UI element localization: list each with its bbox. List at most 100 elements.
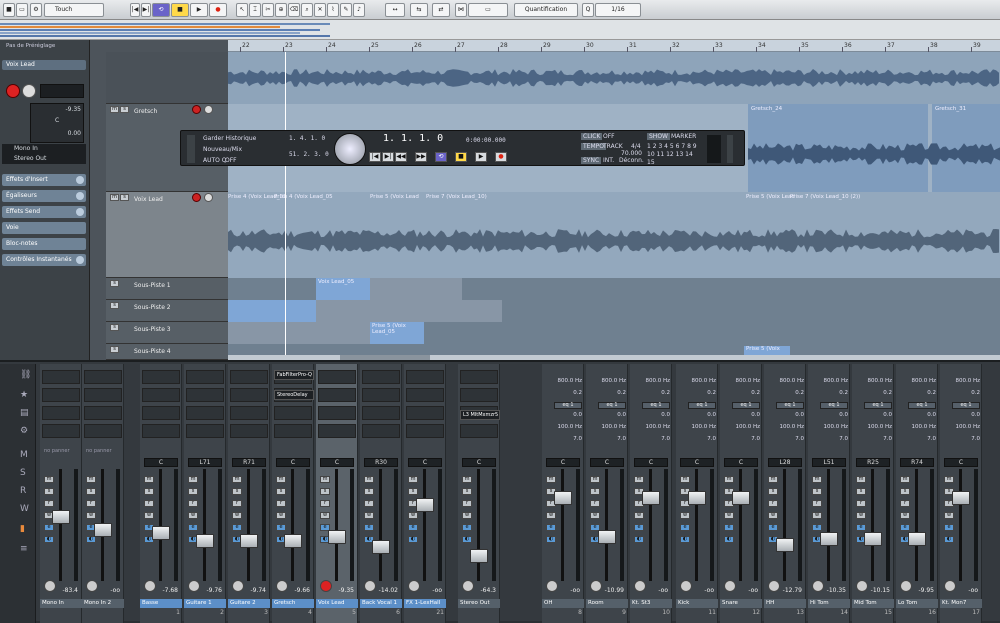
bypass-icon[interactable]: ▮ <box>20 524 25 534</box>
insert-slot[interactable] <box>230 424 268 438</box>
strip-button[interactable]: r <box>364 500 374 507</box>
strip-button[interactable]: s <box>812 488 822 495</box>
volume-readout[interactable]: -9.95 <box>900 587 934 594</box>
insert-slot[interactable] <box>84 388 122 402</box>
cycle-button[interactable]: ⟲ <box>152 3 170 17</box>
channel-strip[interactable]: no panner m s r w e ◐ -83.4 Mono In <box>40 364 82 623</box>
subtrack-name[interactable]: Sous-Piste 3 <box>134 326 171 333</box>
strip-button[interactable]: e <box>408 524 418 531</box>
quantize-select[interactable]: Quantification <box>514 3 578 17</box>
strip-button[interactable]: w <box>724 512 734 519</box>
solo-button[interactable]: s <box>120 194 129 201</box>
strip-button[interactable]: s <box>768 488 778 495</box>
strip-button[interactable]: e <box>232 524 242 531</box>
eq-gain[interactable]: 0.2 <box>544 390 582 396</box>
fader-handle[interactable] <box>908 531 926 546</box>
strip-button[interactable]: m <box>768 476 778 483</box>
strip-button[interactable]: m <box>144 476 154 483</box>
strip-button[interactable]: m <box>812 476 822 483</box>
strip-button[interactable]: w <box>408 512 418 519</box>
channel-name[interactable]: Snare <box>720 599 762 608</box>
insert-slot[interactable] <box>406 424 444 438</box>
record-enable-button[interactable] <box>192 193 201 202</box>
strip-button[interactable]: ◐ <box>462 536 472 543</box>
strip-button[interactable]: m <box>408 476 418 483</box>
stop-button[interactable]: ■ <box>171 3 189 17</box>
glue-tool[interactable]: ⊕ <box>275 3 287 17</box>
eq-frequency[interactable]: 100.0 Hz <box>854 424 892 430</box>
power-icon[interactable] <box>76 208 84 216</box>
input-routing[interactable]: Mono In <box>2 144 86 154</box>
subtrack-row[interactable]: s Sous-Piste 4 <box>106 344 228 360</box>
audio-event[interactable] <box>228 300 316 322</box>
fader-track[interactable] <box>561 469 564 581</box>
pan-control[interactable]: C <box>944 458 978 467</box>
eq-frequency[interactable]: 800.0 Hz <box>942 378 980 384</box>
solo-all-icon[interactable]: S <box>20 468 26 478</box>
play-tool[interactable]: ♪ <box>353 3 365 17</box>
strip-button[interactable]: r <box>768 500 778 507</box>
volume-readout[interactable]: -10.99 <box>590 587 624 594</box>
channel-strip[interactable]: Cm s r w e ◐ -7.68 Basse 1 <box>140 364 182 623</box>
strip-button[interactable]: r <box>144 500 154 507</box>
fader-handle[interactable] <box>328 529 346 544</box>
goto-start-button[interactable]: |◀ <box>130 3 140 17</box>
fader-handle[interactable] <box>284 533 302 548</box>
record-enable-button[interactable] <box>6 84 20 98</box>
pan-control[interactable]: R25 <box>856 458 890 467</box>
subtrack-row[interactable]: s Sous-Piste 3 <box>106 322 228 344</box>
power-icon[interactable] <box>76 192 84 200</box>
strip-button[interactable]: e <box>856 524 866 531</box>
strip-button[interactable]: e <box>944 524 954 531</box>
insert-slot[interactable] <box>142 406 180 420</box>
fader-track[interactable] <box>59 469 62 581</box>
channel-name[interactable]: Mono In 2 <box>82 599 124 608</box>
insert-slot[interactable] <box>230 370 268 384</box>
volume-readout[interactable]: -10.35 <box>812 587 846 594</box>
strip-button[interactable]: w <box>856 512 866 519</box>
project-overview[interactable] <box>0 20 1000 40</box>
strip-button[interactable]: s <box>590 488 600 495</box>
audio-event[interactable]: Voix Lead_05 <box>316 278 370 300</box>
insert-slot[interactable] <box>362 406 400 420</box>
pan-control[interactable]: R74 <box>900 458 934 467</box>
eq-gain[interactable]: 0.2 <box>766 390 804 396</box>
primary-time-display[interactable]: 1. 1. 1. 0 <box>383 133 443 144</box>
grid-type-select[interactable]: ▭ <box>468 3 508 17</box>
cycle-button[interactable]: ⟲ <box>435 152 447 162</box>
insert-slot[interactable] <box>362 370 400 384</box>
channel-name[interactable]: Guitare 2 <box>228 599 270 608</box>
strip-button[interactable]: m <box>680 476 690 483</box>
strip-button[interactable]: ◐ <box>546 536 556 543</box>
strip-button[interactable]: e <box>546 524 556 531</box>
fader-track[interactable] <box>423 469 426 581</box>
eq-frequency[interactable]: 100.0 Hz <box>942 424 980 430</box>
eq-q[interactable]: 7.0 <box>854 436 892 442</box>
eq-gain[interactable]: 0.0 <box>766 412 804 418</box>
align-button[interactable]: ⇄ <box>432 3 450 17</box>
channel-strip[interactable]: Cm s r w e ◐ -64.3 Stereo Out <box>458 364 500 623</box>
channel-name[interactable]: Back Vocal 1 <box>360 599 402 608</box>
new-mix-label[interactable]: Nouveau/Mix <box>203 146 242 153</box>
power-icon[interactable] <box>76 176 84 184</box>
strip-button[interactable]: m <box>232 476 242 483</box>
strip-button[interactable]: w <box>634 512 644 519</box>
strip-button[interactable]: s <box>364 488 374 495</box>
zoom-tool[interactable]: ⌕ <box>301 3 313 17</box>
inspector-delay[interactable]: 0.00 <box>68 130 81 137</box>
tempo-value[interactable]: 70.000 <box>621 150 642 157</box>
eq-frequency[interactable]: 800.0 Hz <box>722 378 760 384</box>
marker-buttons[interactable]: 1 2 3 4 5 6 7 8 9 10 11 12 13 14 15 <box>647 143 699 167</box>
lane-subtrack[interactable]: Voix Lead_05 <box>228 278 1000 300</box>
insert-slot[interactable] <box>460 388 498 402</box>
strip-button[interactable]: m <box>590 476 600 483</box>
eq-gain[interactable]: 0.2 <box>678 390 716 396</box>
volume-readout[interactable]: -12.79 <box>768 587 802 594</box>
autoscroll-button[interactable]: ↔ <box>385 3 405 17</box>
eq-gain[interactable]: 0.2 <box>810 390 848 396</box>
insert-slot[interactable] <box>42 424 80 438</box>
subtrack-name[interactable]: Sous-Piste 2 <box>134 304 171 311</box>
fader-handle[interactable] <box>240 533 258 548</box>
link-icon[interactable]: ⛓ <box>20 370 31 380</box>
channel-name[interactable]: Mid Tom <box>852 599 894 608</box>
